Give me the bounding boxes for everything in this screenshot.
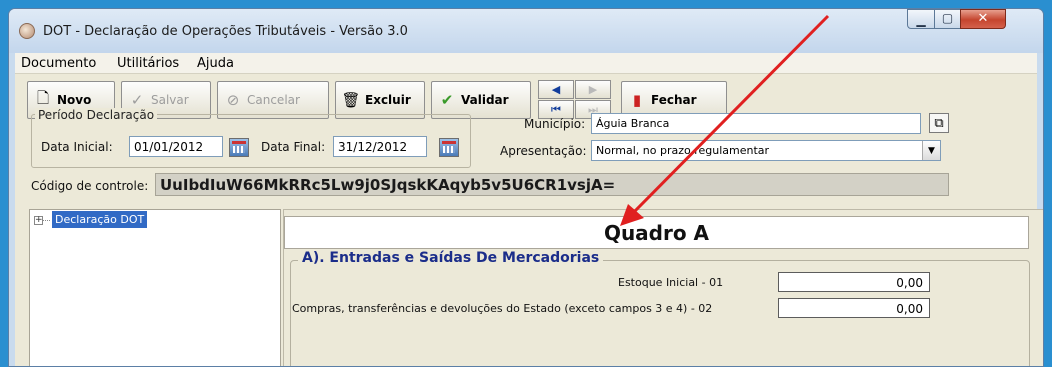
compras-label: Compras, transferências e devoluções do … <box>292 302 713 315</box>
apresentacao-label: Apresentação: <box>500 144 587 158</box>
close-button[interactable]: ✕ <box>960 9 1006 29</box>
title-bar[interactable]: DOT - Declaração de Operações Tributávei… <box>9 9 1043 53</box>
validar-label: Validar <box>461 93 509 107</box>
maximize-button[interactable]: ▢ <box>934 9 961 29</box>
exit-door-icon: ▮ <box>632 91 642 109</box>
section-a-title: A). Entradas e Saídas De Mercadorias <box>298 250 604 266</box>
data-inicial-calendar-icon[interactable] <box>229 138 249 157</box>
municipio-label: Município: <box>524 117 586 131</box>
arrow-left-icon: ◀ <box>551 83 561 96</box>
client-area: Documento Utilitários Ajuda 🗋 Novo ✓ Sal… <box>15 53 1043 366</box>
compras-input[interactable]: 0,00 <box>778 298 930 318</box>
quadro-title: Quadro A <box>284 216 1029 249</box>
app-icon <box>19 23 35 39</box>
tree-view[interactable]: + Declaração DOT <box>29 209 281 366</box>
maximize-icon: ▢ <box>941 11 954 25</box>
data-final-input[interactable]: 31/12/2012 <box>333 136 427 157</box>
first-icon: ⏮ <box>551 102 561 116</box>
estoque-inicial-label: Estoque Inicial - 01 <box>618 276 724 289</box>
municipio-input[interactable]: Águia Branca <box>591 113 921 134</box>
salvar-label: Salvar <box>151 93 189 107</box>
minimize-icon: ▁ <box>916 13 926 27</box>
next-button[interactable]: ▶ <box>575 80 611 99</box>
menu-bar: Documento Utilitários Ajuda <box>15 53 1037 74</box>
data-inicial-input[interactable]: 01/01/2012 <box>129 136 223 157</box>
arrow-right-icon: ▶ <box>588 83 598 96</box>
tree-node-declaracao-dot[interactable]: Declaração DOT <box>52 211 148 228</box>
new-document-icon: 🗋 <box>36 88 50 107</box>
cancelar-label: Cancelar <box>247 93 300 107</box>
codigo-controle-value: UuIbdIuW66MkRRc5Lw9j0SJqskKAqyb5v5U6CR1v… <box>155 173 949 196</box>
quadro-panel: Quadro A A). Entradas e Saídas De Mercad… <box>283 209 1043 366</box>
tree-expand-icon[interactable]: + <box>34 216 43 225</box>
excluir-label: Excluir <box>365 93 411 107</box>
previous-button[interactable]: ◀ <box>538 80 574 99</box>
data-inicial-label: Data Inicial: <box>41 140 113 154</box>
codigo-controle-label: Código de controle: <box>31 179 149 193</box>
check-icon: ✓ <box>130 91 144 109</box>
cancel-icon: ⊘ <box>226 91 240 109</box>
apresentacao-select[interactable]: Normal, no prazo regulamentar <box>591 140 941 161</box>
chevron-down-icon[interactable]: ▼ <box>922 141 940 160</box>
minimize-button[interactable]: ▁ <box>907 9 935 29</box>
periodo-legend: Período Declaração <box>35 108 158 122</box>
trash-icon: 🗑 <box>341 91 361 109</box>
novo-label: Novo <box>57 93 92 107</box>
tree-connector <box>43 220 50 221</box>
data-final-label: Data Final: <box>261 140 326 154</box>
menu-documento[interactable]: Documento <box>21 56 96 71</box>
checkmark-icon: ✔ <box>440 91 454 109</box>
municipio-search-icon[interactable]: ⧉ <box>929 113 949 133</box>
menu-utilitarios[interactable]: Utilitários <box>117 56 179 71</box>
menu-ajuda[interactable]: Ajuda <box>197 56 234 71</box>
estoque-inicial-input[interactable]: 0,00 <box>778 272 930 292</box>
fechar-label: Fechar <box>651 93 697 107</box>
data-final-calendar-icon[interactable] <box>439 138 459 157</box>
close-icon: ✕ <box>977 11 989 26</box>
main-window: DOT - Declaração de Operações Tributávei… <box>8 8 1044 367</box>
window-title: DOT - Declaração de Operações Tributávei… <box>43 24 408 39</box>
